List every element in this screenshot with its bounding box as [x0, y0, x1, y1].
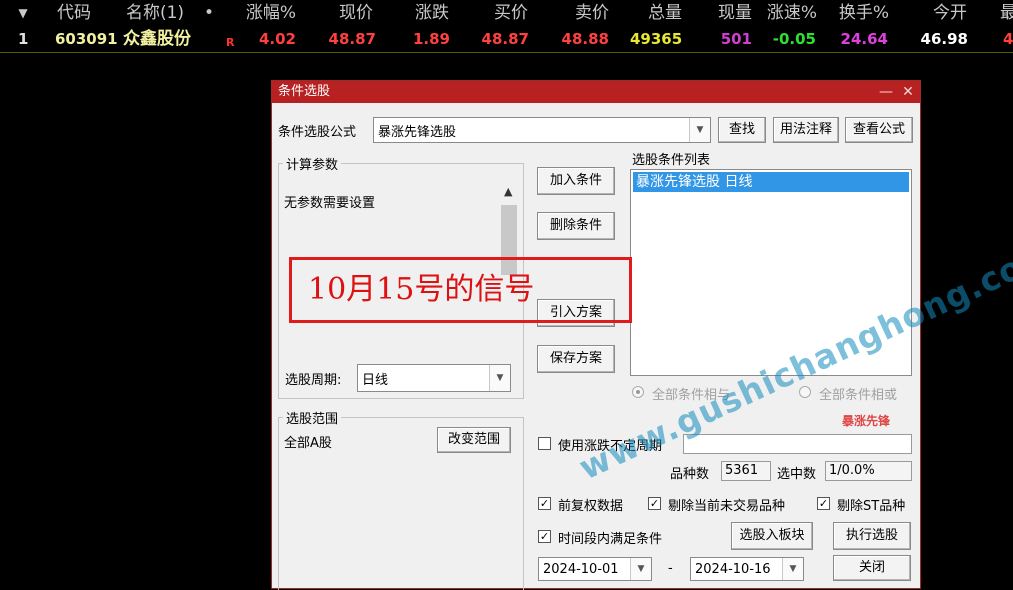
dialog-titlebar[interactable]: 条件选股 — ✕ [272, 81, 920, 103]
row-bid: 48.87 [481, 30, 529, 48]
period-value: 日线 [362, 372, 389, 388]
sort-arrow-icon[interactable]: ▼ [16, 0, 30, 26]
scope-value: 全部A股 [284, 436, 332, 451]
save-plan-button[interactable]: 保存方案 [537, 345, 615, 373]
minimize-icon[interactable]: — [876, 81, 896, 103]
row-change: 1.89 [412, 30, 450, 48]
col-speed[interactable]: 涨速% [764, 0, 820, 26]
change-scope-button[interactable]: 改变范围 [437, 427, 511, 453]
uncertain-period-field[interactable] [683, 434, 912, 454]
untraded-checkbox[interactable]: ✓ [648, 497, 661, 510]
find-button[interactable]: 查找 [718, 117, 766, 143]
date-to-picker[interactable]: 2024-10-16 ▼ [690, 557, 804, 581]
col-price[interactable]: 现价 [334, 0, 378, 26]
adjust-checkbox[interactable]: ✓ [538, 497, 551, 510]
date-to-value: 2024-10-16 [695, 561, 771, 577]
col-change[interactable]: 涨跌 [410, 0, 454, 26]
list-item[interactable]: 暴涨先锋选股 日线 [633, 172, 909, 192]
row-index: 1 [18, 30, 29, 48]
timerange-checkbox[interactable]: ✓ [538, 530, 551, 543]
formula-combo[interactable]: 暴涨先锋选股 ▼ [373, 117, 711, 143]
col-code[interactable]: 代码 [53, 0, 95, 26]
col-volume[interactable]: 总量 [643, 0, 687, 26]
formula-label: 条件选股公式 [278, 125, 357, 140]
chevron-down-icon[interactable]: ▼ [630, 558, 651, 580]
timerange-label: 时间段内满足条件 [558, 532, 663, 547]
date-from-picker[interactable]: 2024-10-01 ▼ [538, 557, 652, 581]
count-label: 品种数 [670, 467, 710, 482]
col-last-vol[interactable]: 现量 [713, 0, 757, 26]
usage-notes-button[interactable]: 用法注释 [773, 117, 839, 143]
row-change-pct: 4.02 [258, 30, 296, 48]
row-ask: 48.88 [561, 30, 609, 48]
col-turnover[interactable]: 换手% [836, 0, 892, 26]
col-high[interactable]: 最 [1000, 0, 1013, 26]
quote-grid-header: ▼ 代码 名称(1) • 涨幅% 现价 涨跌 买价 卖价 总量 现量 涨速% 换… [0, 0, 1013, 26]
period-label: 选股周期: [285, 373, 342, 388]
radio-and[interactable] [632, 386, 644, 398]
condition-list-title: 选股条件列表 [632, 153, 711, 168]
chevron-down-icon[interactable]: ▼ [489, 365, 510, 391]
date-from-value: 2024-10-01 [543, 561, 619, 577]
run-selection-button[interactable]: 执行选股 [833, 522, 911, 550]
chevron-down-icon[interactable]: ▼ [782, 558, 803, 580]
col-open[interactable]: 今开 [928, 0, 972, 26]
uncertain-period-checkbox[interactable] [538, 437, 551, 450]
col-bid[interactable]: 买价 [489, 0, 533, 26]
col-change-pct[interactable]: 涨幅% [243, 0, 299, 26]
date-separator: - [668, 561, 673, 576]
quote-row[interactable]: 1 603091 众鑫股份 R 4.02 48.87 1.89 48.87 48… [0, 26, 1013, 53]
row-high: 4 [1003, 30, 1013, 48]
scope-group-title: 选股范围 [283, 408, 342, 427]
row-name: 众鑫股份 [123, 29, 191, 49]
params-group-title: 计算参数 [283, 154, 342, 173]
close-icon[interactable]: ✕ [898, 81, 918, 103]
row-last-vol: 501 [720, 30, 752, 48]
adjust-label: 前复权数据 [558, 499, 624, 514]
formula-value: 暴涨先锋选股 [378, 124, 457, 140]
dialog-title: 条件选股 [278, 84, 331, 99]
count-value: 5361 [721, 461, 771, 481]
row-speed: -0.05 [772, 30, 816, 48]
col-dot[interactable]: • [202, 0, 216, 26]
untraded-label: 剔除当前未交易品种 [668, 499, 786, 514]
no-params-text: 无参数需要设置 [284, 196, 376, 211]
add-condition-button[interactable]: 加入条件 [537, 167, 615, 195]
row-flag: R [226, 36, 235, 49]
radio-or-label: 全部条件相或 [819, 388, 898, 403]
close-button[interactable]: 关闭 [833, 555, 911, 581]
view-formula-button[interactable]: 查看公式 [845, 117, 913, 143]
row-code: 603091 [55, 30, 118, 48]
annotation-box: 10月15号的信号 [289, 257, 632, 323]
row-open: 46.98 [920, 30, 968, 48]
period-combo[interactable]: 日线 ▼ [357, 364, 511, 392]
chevron-down-icon[interactable]: ▼ [689, 118, 710, 142]
selected-label: 选中数 [777, 467, 817, 482]
add-to-sector-button[interactable]: 选股入板块 [731, 522, 813, 550]
col-ask[interactable]: 卖价 [570, 0, 614, 26]
st-label: 剔除ST品种 [837, 499, 906, 514]
remove-condition-button[interactable]: 删除条件 [537, 212, 615, 240]
col-name[interactable]: 名称(1) [123, 0, 187, 26]
row-volume: 49365 [630, 30, 683, 48]
row-turnover: 24.64 [840, 30, 888, 48]
st-checkbox[interactable]: ✓ [817, 497, 830, 510]
stamp-text: 暴涨先锋 [842, 414, 891, 428]
scroll-up-icon[interactable]: ▲ [504, 185, 512, 198]
row-price: 48.87 [328, 30, 376, 48]
selected-value: 1/0.0% [825, 461, 912, 481]
